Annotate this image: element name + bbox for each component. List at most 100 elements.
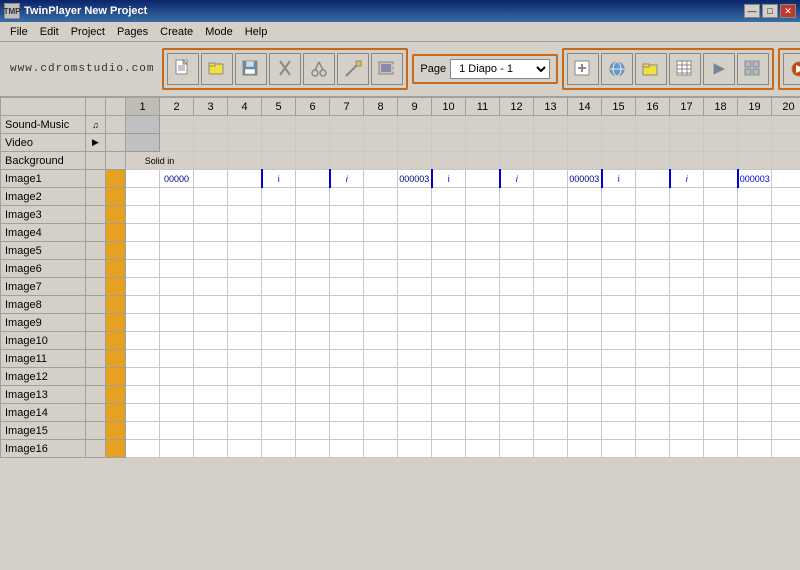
cell-r8-c9[interactable]	[398, 260, 432, 278]
cell-r12-c5[interactable]	[262, 332, 296, 350]
cell-r12-c9[interactable]	[398, 332, 432, 350]
cell-r13-c5[interactable]	[262, 350, 296, 368]
cell-r11-c4[interactable]	[228, 314, 262, 332]
cell-r13-c14[interactable]	[568, 350, 602, 368]
cell-r2-c5[interactable]	[262, 152, 296, 170]
cell-r3-c14[interactable]: 000003	[568, 170, 602, 188]
cut-button[interactable]	[269, 53, 301, 85]
cell-r4-c7[interactable]	[330, 188, 364, 206]
cell-r13-c11[interactable]	[466, 350, 500, 368]
cell-r16-c9[interactable]	[398, 404, 432, 422]
cell-r2-c1[interactable]: Solid in	[126, 152, 194, 170]
cell-r10-c13[interactable]	[534, 296, 568, 314]
cell-r17-c16[interactable]	[636, 422, 670, 440]
cell-r16-c12[interactable]	[500, 404, 534, 422]
row-thumb-6[interactable]	[106, 224, 126, 242]
cell-r11-c7[interactable]	[330, 314, 364, 332]
cell-r10-c18[interactable]	[704, 296, 738, 314]
cell-r18-c1[interactable]	[126, 440, 160, 458]
cell-r0-c17[interactable]	[670, 116, 704, 134]
cell-r7-c6[interactable]	[296, 242, 330, 260]
cell-r16-c16[interactable]	[636, 404, 670, 422]
cell-r16-c10[interactable]	[432, 404, 466, 422]
cell-r17-c5[interactable]	[262, 422, 296, 440]
cell-r14-c20[interactable]	[772, 368, 800, 386]
cell-r8-c1[interactable]	[126, 260, 160, 278]
cell-r9-c20[interactable]	[772, 278, 800, 296]
cell-r8-c19[interactable]	[738, 260, 772, 278]
cell-r8-c15[interactable]	[602, 260, 636, 278]
cell-r10-c7[interactable]	[330, 296, 364, 314]
cell-r13-c10[interactable]	[432, 350, 466, 368]
cell-r11-c11[interactable]	[466, 314, 500, 332]
cell-r2-c14[interactable]	[568, 152, 602, 170]
cell-r4-c4[interactable]	[228, 188, 262, 206]
cell-r0-c13[interactable]	[534, 116, 568, 134]
cell-r1-c19[interactable]	[738, 134, 772, 152]
cell-r8-c2[interactable]	[160, 260, 194, 278]
cell-r10-c19[interactable]	[738, 296, 772, 314]
cell-r2-c17[interactable]	[670, 152, 704, 170]
page-new-button[interactable]	[567, 53, 599, 85]
cell-r4-c8[interactable]	[364, 188, 398, 206]
cell-r4-c1[interactable]	[126, 188, 160, 206]
cell-r14-c14[interactable]	[568, 368, 602, 386]
cell-r11-c17[interactable]	[670, 314, 704, 332]
row-thumb-11[interactable]	[106, 314, 126, 332]
cell-r8-c18[interactable]	[704, 260, 738, 278]
cell-r1-c9[interactable]	[398, 134, 432, 152]
cell-r12-c2[interactable]	[160, 332, 194, 350]
cell-r13-c12[interactable]	[500, 350, 534, 368]
cell-r15-c18[interactable]	[704, 386, 738, 404]
cell-r15-c6[interactable]	[296, 386, 330, 404]
cell-r2-c15[interactable]	[602, 152, 636, 170]
cell-r3-c1[interactable]	[126, 170, 160, 188]
cell-r1-c17[interactable]	[670, 134, 704, 152]
cell-r16-c7[interactable]	[330, 404, 364, 422]
cell-r13-c17[interactable]	[670, 350, 704, 368]
cell-r8-c10[interactable]	[432, 260, 466, 278]
cell-r9-c1[interactable]	[126, 278, 160, 296]
cell-r7-c1[interactable]	[126, 242, 160, 260]
cell-r18-c6[interactable]	[296, 440, 330, 458]
cell-r0-c14[interactable]	[568, 116, 602, 134]
cell-r2-c6[interactable]	[296, 152, 330, 170]
cell-r5-c18[interactable]	[704, 206, 738, 224]
cell-r4-c9[interactable]	[398, 188, 432, 206]
cell-r10-c20[interactable]	[772, 296, 800, 314]
cell-r0-c11[interactable]	[466, 116, 500, 134]
cell-r10-c10[interactable]	[432, 296, 466, 314]
cell-r11-c9[interactable]	[398, 314, 432, 332]
cell-r3-c16[interactable]	[636, 170, 670, 188]
cell-r7-c7[interactable]	[330, 242, 364, 260]
cell-r6-c17[interactable]	[670, 224, 704, 242]
cell-r0-c7[interactable]	[330, 116, 364, 134]
cell-r10-c9[interactable]	[398, 296, 432, 314]
cell-r3-c13[interactable]	[534, 170, 568, 188]
cell-r12-c17[interactable]	[670, 332, 704, 350]
cell-r11-c15[interactable]	[602, 314, 636, 332]
cell-r6-c13[interactable]	[534, 224, 568, 242]
cell-r4-c18[interactable]	[704, 188, 738, 206]
cell-r2-c11[interactable]	[466, 152, 500, 170]
cell-r17-c6[interactable]	[296, 422, 330, 440]
cell-r18-c8[interactable]	[364, 440, 398, 458]
cell-r3-c8[interactable]	[364, 170, 398, 188]
cell-r12-c16[interactable]	[636, 332, 670, 350]
cell-r16-c3[interactable]	[194, 404, 228, 422]
cell-r12-c11[interactable]	[466, 332, 500, 350]
cell-r16-c19[interactable]	[738, 404, 772, 422]
cell-r18-c10[interactable]	[432, 440, 466, 458]
cell-r3-c18[interactable]	[704, 170, 738, 188]
cell-r15-c8[interactable]	[364, 386, 398, 404]
cell-r6-c20[interactable]	[772, 224, 800, 242]
cell-r9-c19[interactable]	[738, 278, 772, 296]
maximize-button[interactable]: □	[762, 4, 778, 18]
cell-r1-c13[interactable]	[534, 134, 568, 152]
cell-r10-c8[interactable]	[364, 296, 398, 314]
cell-r0-c8[interactable]	[364, 116, 398, 134]
cell-r0-c20[interactable]	[772, 116, 800, 134]
cell-r14-c6[interactable]	[296, 368, 330, 386]
cell-r18-c11[interactable]	[466, 440, 500, 458]
cell-r18-c18[interactable]	[704, 440, 738, 458]
